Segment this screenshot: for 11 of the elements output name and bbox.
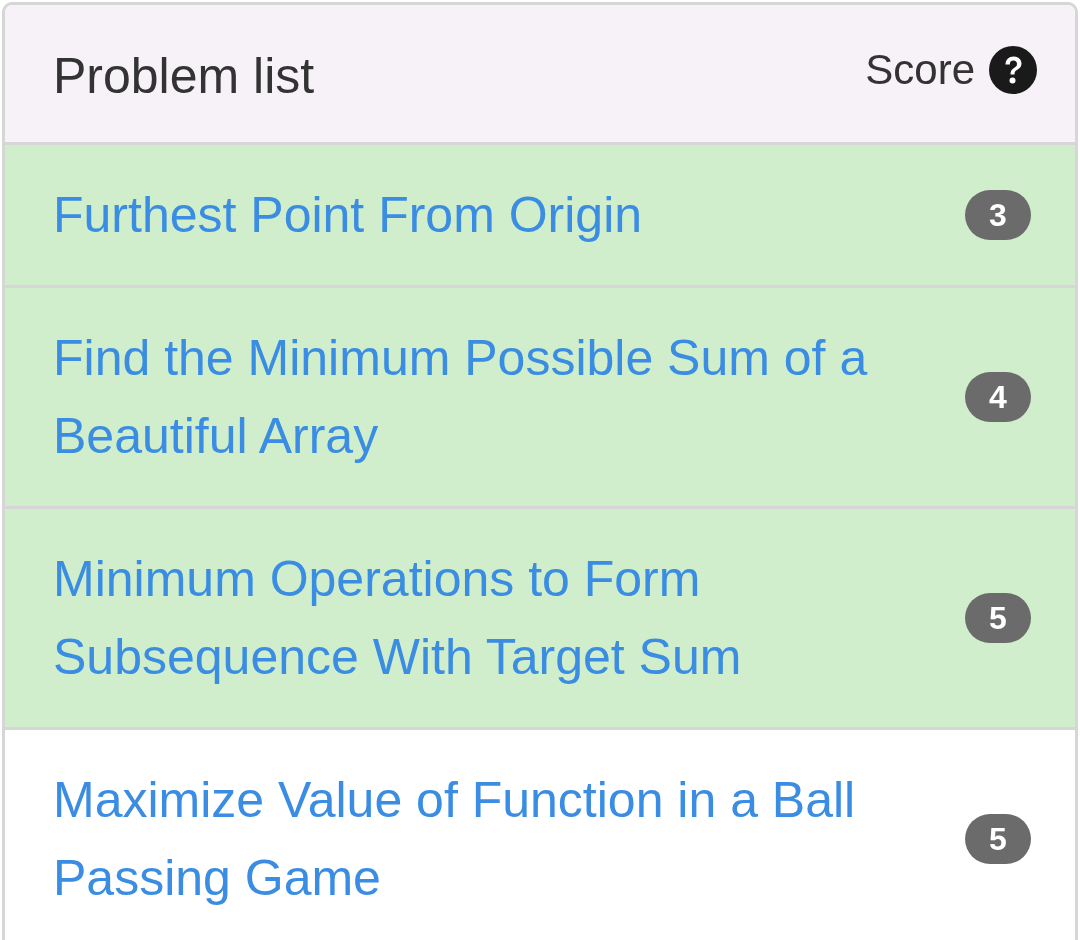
panel-title: Problem list xyxy=(53,46,315,106)
score-badge: 3 xyxy=(965,190,1031,240)
score-label: Score xyxy=(865,44,975,95)
score-badge: 4 xyxy=(965,372,1031,422)
problem-link[interactable]: Find the Minimum Possible Sum of a Beautiful Array xyxy=(53,319,943,475)
score-badge: 5 xyxy=(965,814,1031,864)
problem-link[interactable]: Furthest Point From Origin xyxy=(53,176,643,254)
score-badge: 5 xyxy=(965,593,1031,643)
problem-link[interactable]: Minimum Operations to Form Subsequence With Target Sum xyxy=(53,540,943,696)
problem-link[interactable]: Maximize Value of Function in a Ball Passing Game xyxy=(53,761,943,917)
help-icon[interactable] xyxy=(989,45,1037,94)
